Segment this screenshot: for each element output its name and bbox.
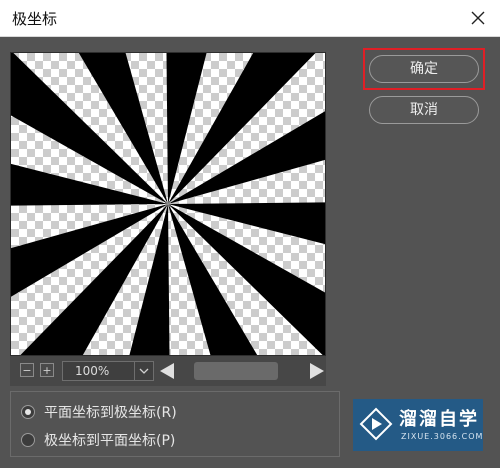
horizontal-scroll-thumb[interactable] [194,362,278,380]
zoom-in-button[interactable]: + [40,363,54,377]
option-label: 极坐标到平面坐标(P) [44,433,176,449]
dialog-title: 极坐标 [12,10,58,28]
zoom-out-button[interactable]: − [20,363,34,377]
option-rect-to-polar[interactable]: 平面坐标到极坐标(R) [21,402,177,422]
play-icon [359,407,393,441]
watermark-logo: 溜溜自学 ZIXUE.3066.COM [353,399,483,451]
zoom-in-icon: + [42,364,52,377]
watermark-title: 溜溜自学 [399,409,479,430]
option-polar-to-rect[interactable]: 极坐标到平面坐标(P) [21,430,175,450]
scroll-left-icon[interactable] [160,363,174,379]
conversion-options: 平面坐标到极坐标(R) 极坐标到平面坐标(P) [10,391,340,457]
radio-polar-to-rect[interactable] [21,433,35,447]
radio-rect-to-polar[interactable] [21,405,35,419]
zoom-bar: − + 100% [10,356,326,386]
title-bar: 极坐标 [0,0,500,37]
option-label: 平面坐标到极坐标(R) [44,405,177,421]
close-icon [471,11,485,25]
close-button[interactable] [466,6,490,30]
watermark-subtitle: ZIXUE.3066.COM [401,432,484,441]
zoom-select[interactable]: 100% [62,361,154,381]
polar-preview-image [11,53,325,355]
ok-button[interactable]: 确定 [369,55,479,83]
preview-canvas[interactable] [10,52,326,356]
zoom-value: 100% [75,364,110,378]
cancel-button[interactable]: 取消 [369,96,479,124]
chevron-down-icon [134,362,153,380]
scroll-right-icon[interactable] [310,363,324,379]
zoom-out-icon: − [22,364,32,377]
